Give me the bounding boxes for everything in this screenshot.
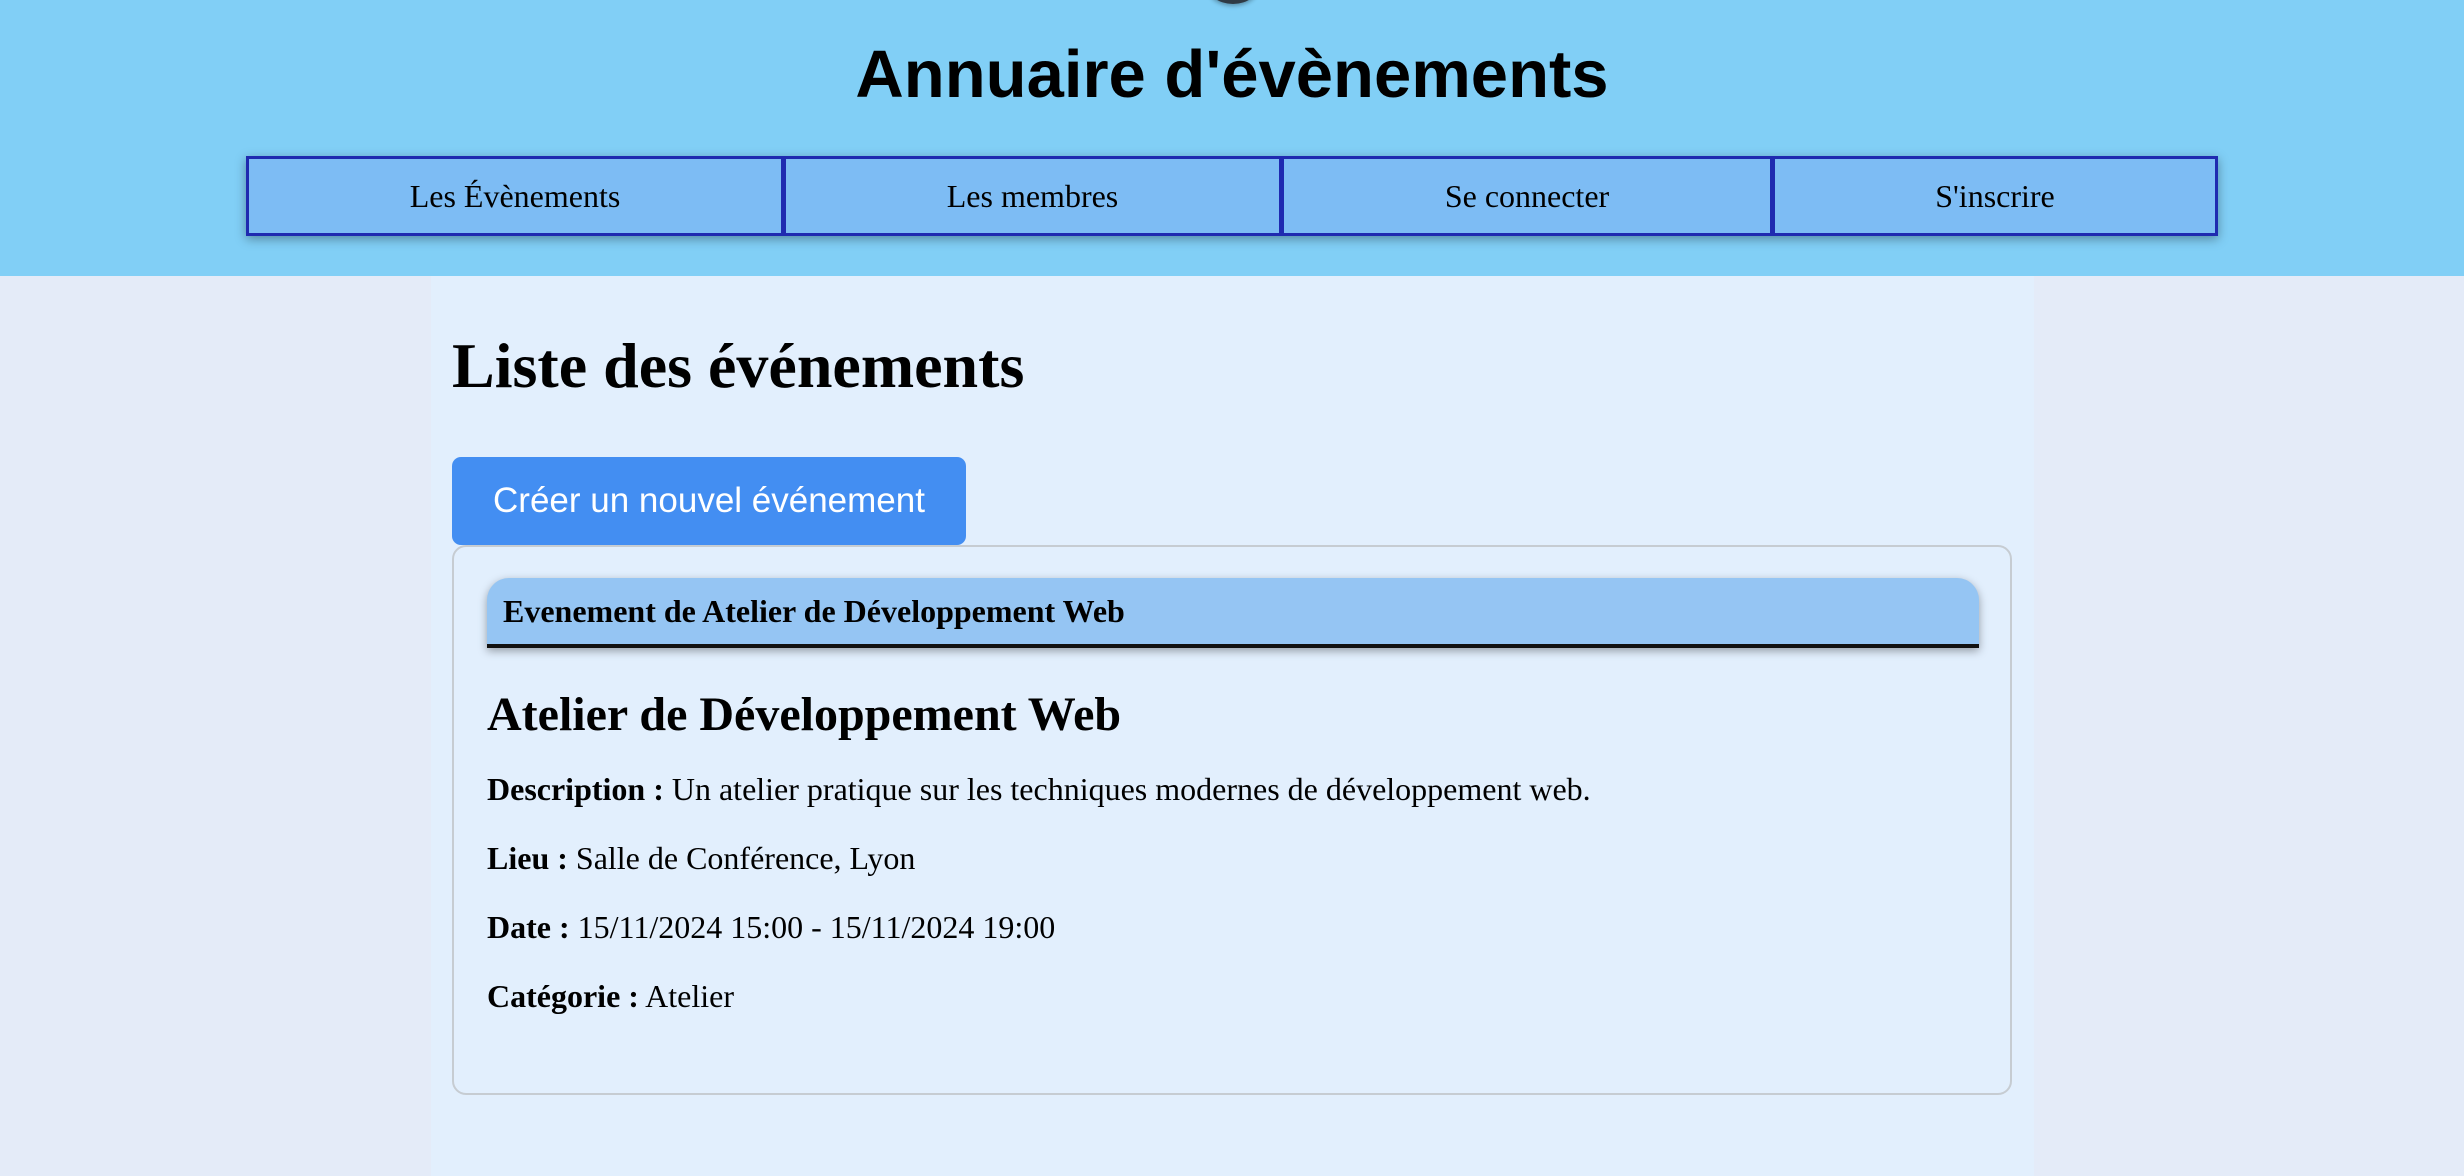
event-category: Catégorie : Atelier — [487, 976, 734, 1016]
nav-item-s-inscrire[interactable]: S'inscrire — [1773, 156, 2218, 236]
event-location: Lieu : Salle de Conférence, Lyon — [487, 838, 915, 878]
date-label: Date : — [487, 909, 570, 945]
event-description: Description : Un atelier pratique sur le… — [487, 769, 1591, 809]
site-title: Annuaire d'évènements — [855, 37, 1609, 112]
category-label: Catégorie : — [487, 978, 639, 1014]
page-title: Liste des événements — [452, 330, 1025, 401]
description-label: Description : — [487, 771, 664, 807]
date-value: 15/11/2024 15:00 - 15/11/2024 19:00 — [577, 909, 1056, 945]
description-value: Un atelier pratique sur les techniques m… — [671, 771, 1591, 807]
category-value: Atelier — [645, 978, 734, 1014]
event-date: Date : 15/11/2024 15:00 - 15/11/2024 19:… — [487, 907, 1055, 947]
main-nav: Les Évènements Les membres Se connecter … — [246, 156, 2218, 236]
main-content: Liste des événements Créer un nouvel évé… — [431, 276, 2034, 1176]
location-value: Salle de Conférence, Lyon — [575, 840, 916, 876]
nav-item-membres[interactable]: Les membres — [784, 156, 1282, 236]
location-label: Lieu : — [487, 840, 568, 876]
nav-item-evenements[interactable]: Les Évènements — [246, 156, 784, 236]
event-card-header: Evenement de Atelier de Développement We… — [487, 578, 1979, 648]
create-event-button[interactable]: Créer un nouvel événement — [452, 457, 966, 545]
event-card: Evenement de Atelier de Développement We… — [452, 545, 2012, 1095]
site-header: Annuaire d'évènements Les Évènements Les… — [0, 0, 2464, 276]
logo[interactable] — [1206, 0, 1260, 4]
nav-item-se-connecter[interactable]: Se connecter — [1282, 156, 1773, 236]
event-name: Atelier de Développement Web — [487, 688, 1122, 741]
